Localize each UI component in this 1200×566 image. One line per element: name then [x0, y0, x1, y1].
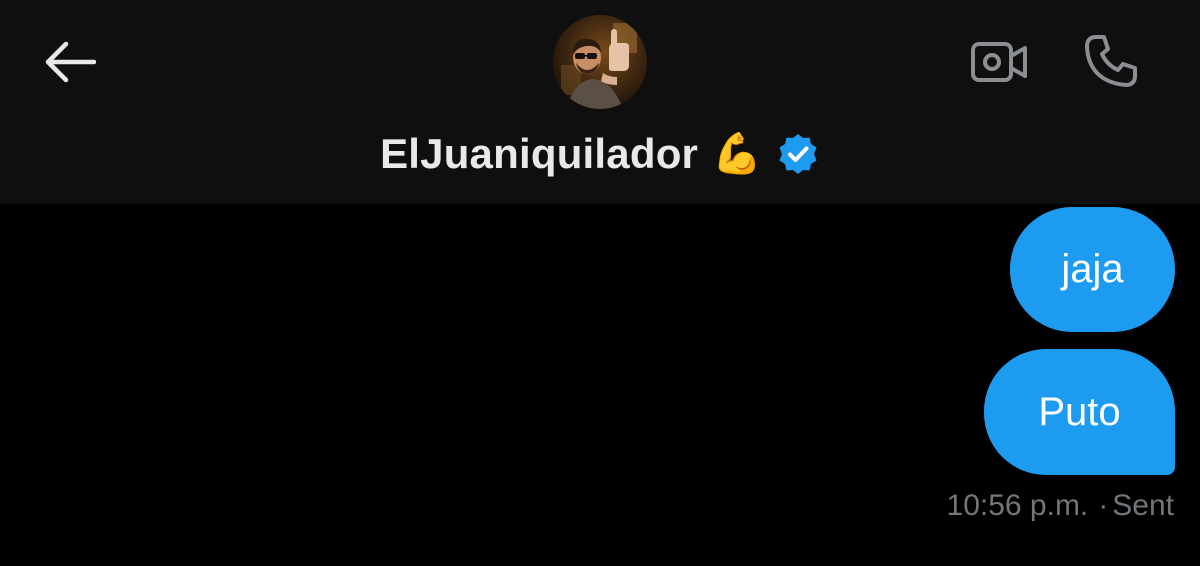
- phone-icon: [1085, 35, 1137, 87]
- avatar[interactable]: [553, 15, 647, 109]
- dm-conversation-screen: ElJuaniquilador 💪 jaja Puto 10:56 p.m. ·…: [0, 0, 1200, 566]
- video-call-button[interactable]: [966, 34, 1032, 90]
- message-text: Puto: [1038, 389, 1121, 434]
- back-button[interactable]: [38, 36, 100, 88]
- voice-call-button[interactable]: [1076, 30, 1146, 92]
- arrow-left-icon: [45, 41, 96, 83]
- avatar-photo-icon: [553, 15, 647, 109]
- status-separator: ·: [1098, 489, 1109, 522]
- conversation-header: ElJuaniquilador 💪: [0, 0, 1200, 204]
- contact-name: ElJuaniquilador: [380, 130, 699, 177]
- message-text: jaja: [1061, 247, 1124, 291]
- delivery-status: Sent: [1112, 489, 1174, 522]
- message-bubble-outgoing[interactable]: Puto: [984, 349, 1175, 475]
- flexed-biceps-emoji: 💪: [712, 132, 762, 176]
- message-timestamp: 10:56 p.m.: [946, 489, 1089, 522]
- message-status: 10:56 p.m. · Sent: [947, 486, 1174, 526]
- video-camera-icon: [971, 42, 1027, 82]
- verified-badge-icon: [776, 132, 820, 176]
- message-bubble-outgoing[interactable]: jaja: [1010, 207, 1175, 332]
- contact-title[interactable]: ElJuaniquilador 💪: [0, 124, 1200, 184]
